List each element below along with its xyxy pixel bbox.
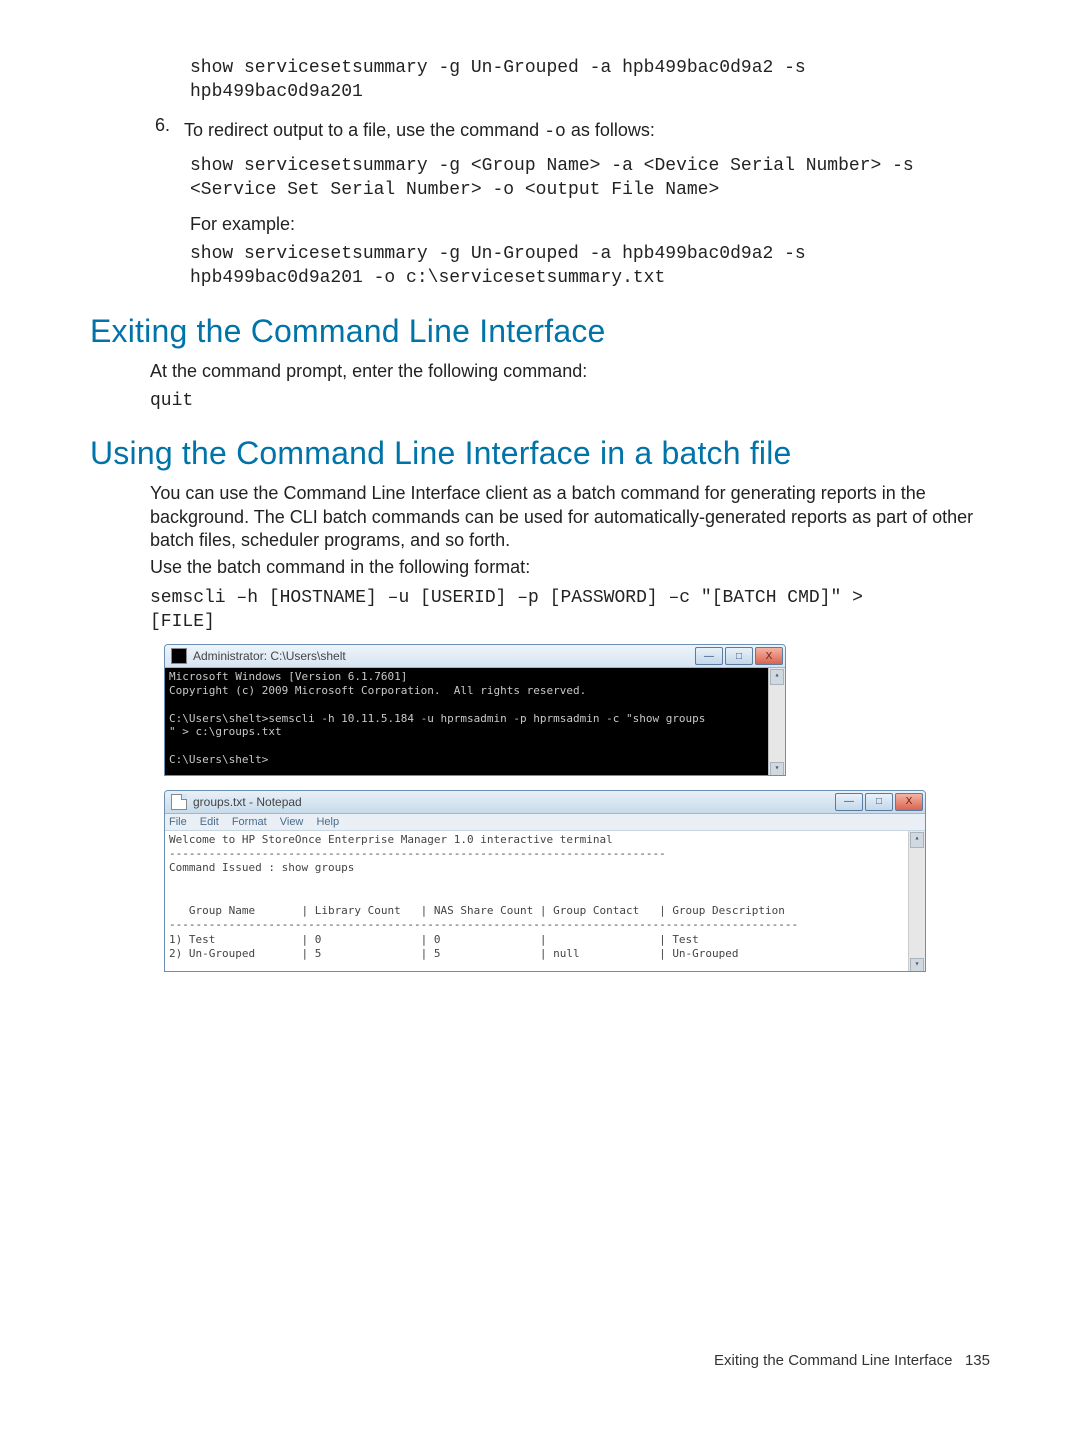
notepad-menubar: File Edit Format View Help (165, 814, 925, 831)
notepad-titlebar: groups.txt - Notepad — □ X (165, 791, 925, 814)
notepad-title: groups.txt - Notepad (193, 795, 833, 809)
close-button[interactable]: X (895, 793, 923, 811)
minimize-button[interactable]: — (835, 793, 863, 811)
list-number: 6. (90, 115, 170, 148)
document-page: show servicesetsummary -g Un-Grouped -a … (0, 0, 1080, 1409)
menu-file[interactable]: File (169, 816, 187, 828)
scroll-down-icon[interactable]: ▾ (770, 762, 784, 776)
cmd-title: Administrator: C:\Users\shelt (193, 649, 693, 663)
scrollbar[interactable]: ▴ ▾ (908, 831, 925, 972)
example-label: For example: (190, 213, 990, 236)
cmd-icon (171, 648, 187, 664)
scroll-track[interactable] (769, 686, 785, 760)
scroll-up-icon[interactable]: ▴ (910, 832, 924, 848)
step-text: To redirect output to a file, use the co… (184, 119, 655, 144)
paragraph: You can use the Command Line Interface c… (150, 482, 990, 552)
code-block: show servicesetsummary -g Un-Grouped -a … (190, 56, 990, 105)
menu-edit[interactable]: Edit (200, 816, 219, 828)
heading-exiting-cli: Exiting the Command Line Interface (90, 313, 990, 350)
heading-batch-file: Using the Command Line Interface in a ba… (90, 435, 990, 472)
scroll-track[interactable] (909, 849, 925, 958)
menu-view[interactable]: View (280, 816, 304, 828)
paragraph: Use the batch command in the following f… (150, 556, 990, 579)
close-button[interactable]: X (755, 647, 783, 665)
menu-format[interactable]: Format (232, 816, 267, 828)
cmd-output: Microsoft Windows [Version 6.1.7601] Cop… (169, 670, 781, 766)
minimize-button[interactable]: — (695, 647, 723, 665)
cmd-titlebar: Administrator: C:\Users\shelt — □ X (165, 645, 785, 668)
notepad-content: Welcome to HP StoreOnce Enterprise Manag… (169, 833, 921, 962)
code-block: quit (150, 389, 990, 413)
scrollbar[interactable]: ▴ ▾ (768, 668, 785, 774)
code-block: show servicesetsummary -g <Group Name> -… (190, 154, 990, 203)
notepad-body: Welcome to HP StoreOnce Enterprise Manag… (165, 831, 925, 972)
list-item: 6. To redirect output to a file, use the… (90, 115, 990, 148)
code-block: show servicesetsummary -g Un-Grouped -a … (190, 242, 990, 291)
menu-help[interactable]: Help (316, 816, 339, 828)
inline-code: -o (544, 122, 566, 142)
scroll-down-icon[interactable]: ▾ (910, 958, 924, 972)
page-number: 135 (965, 1352, 990, 1369)
maximize-button[interactable]: □ (725, 647, 753, 665)
paragraph: At the command prompt, enter the followi… (150, 360, 990, 383)
maximize-button[interactable]: □ (865, 793, 893, 811)
text: To redirect output to a file, use the co… (184, 120, 544, 140)
cmd-body: Microsoft Windows [Version 6.1.7601] Cop… (165, 668, 785, 774)
scroll-up-icon[interactable]: ▴ (770, 669, 784, 685)
notepad-icon (171, 794, 187, 810)
page-footer: Exiting the Command Line Interface 135 (90, 1352, 990, 1369)
footer-text: Exiting the Command Line Interface (714, 1352, 952, 1369)
notepad-window: groups.txt - Notepad — □ X File Edit For… (164, 790, 926, 973)
code-block: semscli –h [HOSTNAME] –u [USERID] –p [PA… (150, 586, 990, 635)
text: as follows: (566, 120, 655, 140)
cmd-window: Administrator: C:\Users\shelt — □ X Micr… (164, 644, 786, 775)
